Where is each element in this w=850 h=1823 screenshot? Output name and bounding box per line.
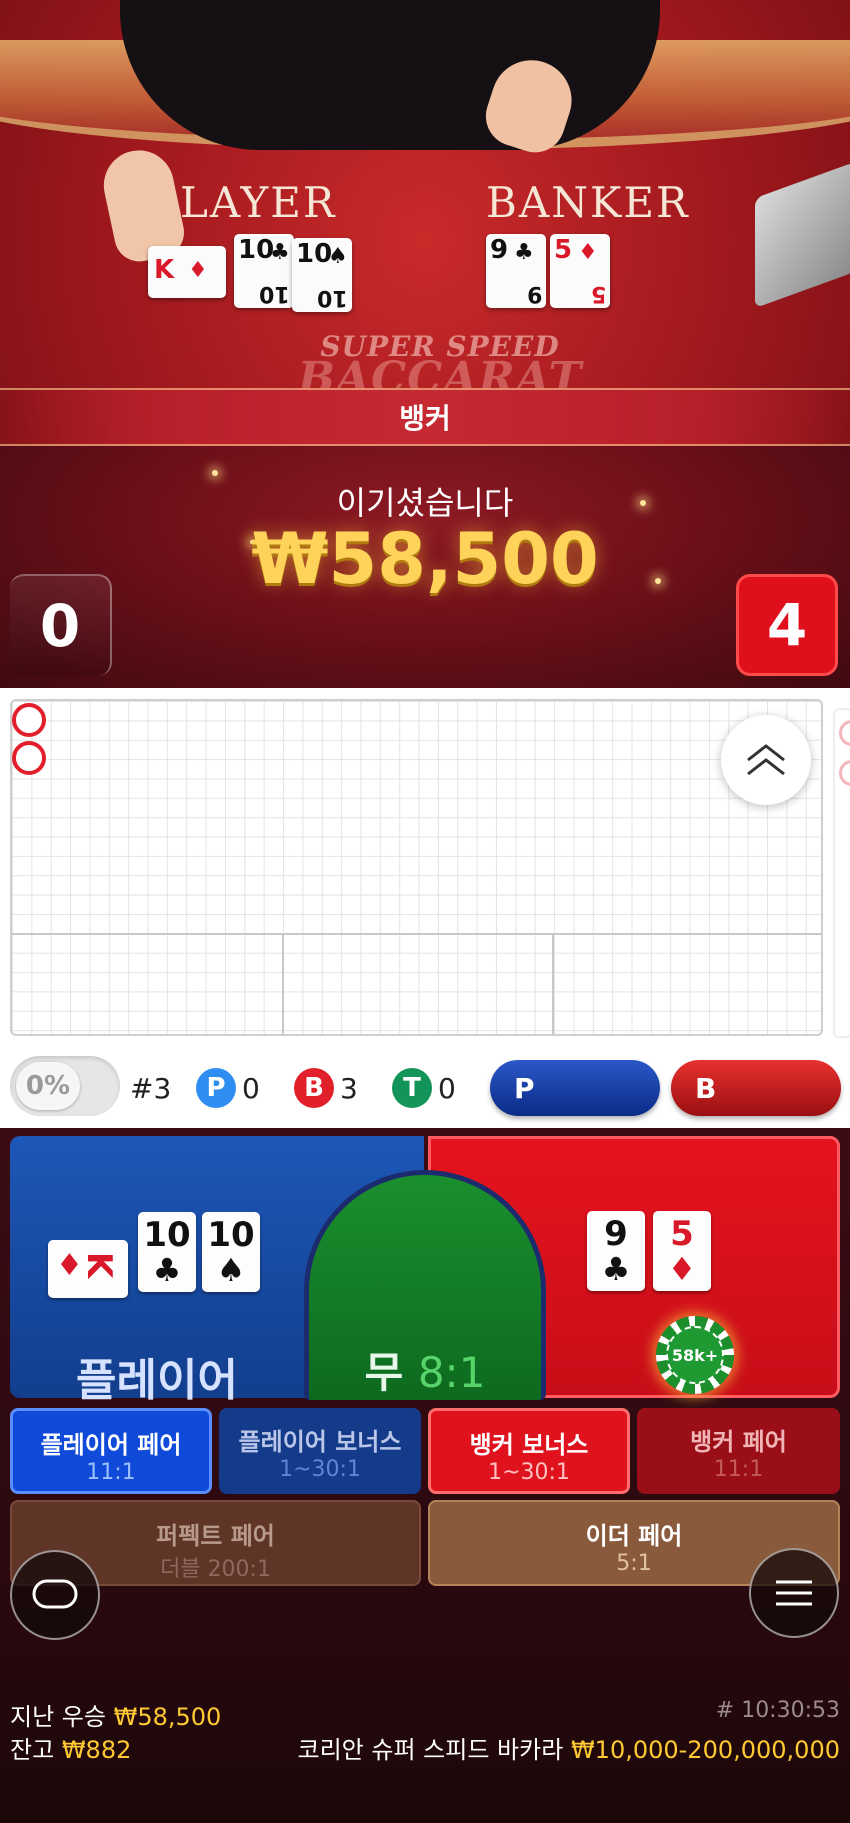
banker-bead — [12, 741, 46, 775]
next-roadmap-peek[interactable] — [833, 708, 850, 1038]
game-time: # 10:30:53 — [715, 1698, 840, 1723]
live-video: LAYER BANKER K ♦ 10 ♣ 10 10 ♠ 10 9 ♣ 9 5… — [0, 0, 850, 688]
player-card: 10 ♠ — [202, 1212, 260, 1292]
percent-toggle[interactable]: 0% — [10, 1056, 120, 1116]
player-card: ♦ K — [48, 1240, 128, 1298]
player-predict-button[interactable]: P — [490, 1060, 660, 1116]
banker-card: 9 ♣ — [587, 1211, 645, 1291]
result-banner: 뱅커 — [0, 388, 850, 446]
table-card: 9 ♣ 9 — [486, 234, 546, 308]
player-side-label: LAYER — [180, 178, 337, 227]
round-number: #3 — [130, 1071, 172, 1105]
player-pair-bet[interactable]: 플레이어 페어 11:1 — [10, 1408, 212, 1494]
chip-amount: 58k+ — [666, 1326, 724, 1384]
dealer — [120, 0, 660, 150]
chevron-up-icon — [747, 744, 785, 776]
banker-dot-icon: B — [294, 1068, 334, 1108]
banker-card: 5 ♦ — [653, 1211, 711, 1291]
stats-bar: 0% #3 P 0 B 3 T 0 P B — [0, 1054, 850, 1120]
result-text: 뱅커 — [399, 402, 451, 435]
cockroach-road — [552, 933, 821, 1034]
tie-bet-spot[interactable]: 무 8:1 — [304, 1170, 546, 1400]
table-card: K ♦ — [148, 246, 226, 298]
banker-predict-button[interactable]: B — [671, 1060, 841, 1116]
player-bet-label: 플레이어 — [76, 1355, 238, 1406]
small-road — [282, 933, 553, 1034]
chat-button[interactable] — [10, 1550, 100, 1640]
table-limits: 코리안 슈퍼 스피드 바카라 ₩10,000-200,000,000 — [297, 1736, 840, 1764]
tie-bet-label: 무 8:1 — [364, 1348, 486, 1397]
win-amount: ₩58,500 — [251, 518, 599, 600]
tie-stat: T 0 — [392, 1068, 456, 1108]
card-shoe — [755, 161, 850, 309]
game-screen: LAYER BANKER K ♦ 10 ♣ 10 10 ♠ 10 9 ♣ 9 5… — [0, 0, 850, 1823]
banker-bonus-bet[interactable]: 뱅커 보너스 1~30:1 — [428, 1408, 630, 1494]
player-score: 0 — [10, 574, 112, 676]
expand-roadmap-button[interactable] — [721, 715, 811, 805]
menu-button[interactable] — [749, 1548, 839, 1638]
table-card: 5 ♦ 5 — [550, 234, 610, 308]
last-win: 지난 우승 ₩58,500 — [10, 1703, 222, 1731]
player-card: 10 ♣ — [138, 1212, 196, 1292]
tie-dot-icon: T — [392, 1068, 432, 1108]
banker-bead — [12, 703, 46, 737]
hamburger-icon — [776, 1580, 812, 1606]
table-card: 10 ♣ 10 — [234, 234, 294, 308]
player-wins-stat: P 0 — [196, 1068, 260, 1108]
table-card: 10 ♠ 10 — [292, 238, 352, 312]
percent-value: 0% — [16, 1062, 80, 1110]
banker-side-label: BANKER — [486, 178, 690, 227]
balance: 잔고 ₩882 — [10, 1736, 132, 1764]
placed-chip: 58k+ — [656, 1316, 734, 1394]
footer-info: 지난 우승 ₩58,500 잔고 ₩882 # 10:30:53 코리안 슈퍼 … — [0, 1690, 850, 1780]
banker-score: 4 — [736, 574, 838, 676]
chat-bubble-icon — [32, 1579, 78, 1609]
big-eye-road — [12, 933, 283, 1034]
bead-road-grid[interactable] — [10, 699, 823, 1036]
player-dot-icon: P — [196, 1068, 236, 1108]
banker-wins-stat: B 3 — [294, 1068, 358, 1108]
banker-pair-bet[interactable]: 뱅커 페어 11:1 — [637, 1408, 840, 1494]
player-bonus-bet[interactable]: 플레이어 보너스 1~30:1 — [219, 1408, 421, 1494]
